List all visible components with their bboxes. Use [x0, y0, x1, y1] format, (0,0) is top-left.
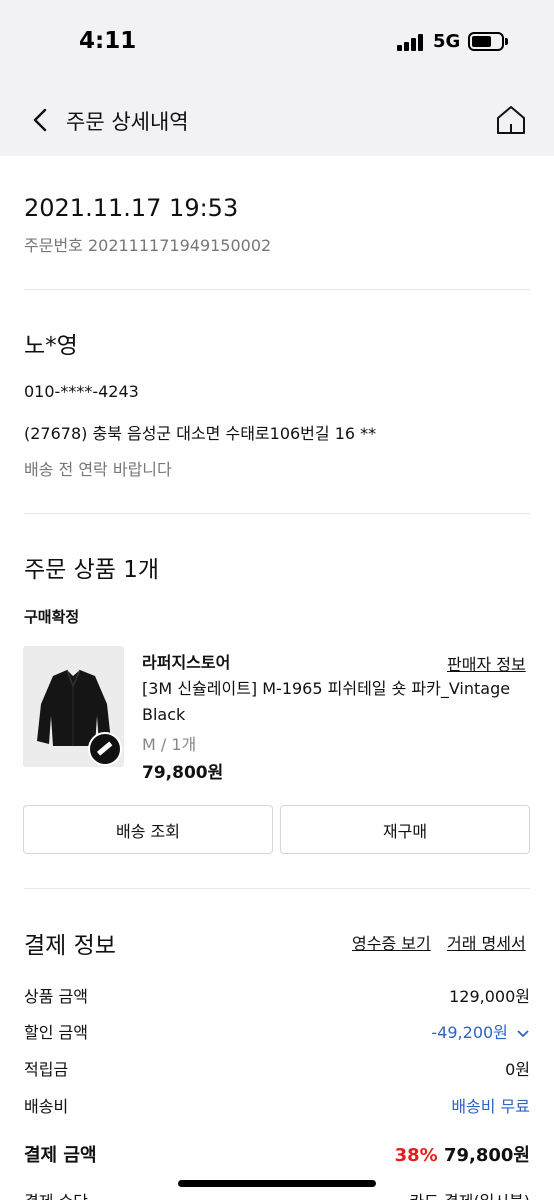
order-datetime: 2021.11.17 19:53	[24, 194, 239, 222]
payment-method-value: 카드 결제(일시불)	[409, 1188, 530, 1200]
product-option: M / 1개	[142, 735, 197, 754]
divider	[24, 888, 530, 889]
divider	[24, 289, 530, 290]
divider	[24, 513, 530, 514]
chevron-down-icon	[517, 1029, 529, 1037]
shipping-fee-label: 배송비	[24, 1097, 69, 1116]
recipient-address: (27678) 충북 음성군 대소면 수태로106번길 16 **	[24, 424, 377, 443]
payment-method-label: 결제 수단	[24, 1188, 88, 1200]
total-amount: 38% 79,800원	[395, 1141, 530, 1167]
product-amount-label: 상품 금액	[24, 987, 88, 1006]
points-label: 적립금	[24, 1060, 69, 1079]
order-items-title: 주문 상품 1개	[24, 557, 160, 583]
home-icon[interactable]	[495, 104, 527, 136]
status-time: 4:11	[79, 28, 137, 54]
payment-info-title: 결제 정보	[24, 933, 116, 959]
battery-icon	[468, 32, 508, 51]
discount-rate: 38%	[394, 1145, 438, 1166]
discount-amount-label: 할인 금액	[24, 1023, 88, 1042]
order-number: 주문번호 202111171949150002	[24, 236, 272, 255]
page-title: 주문 상세내역	[66, 110, 189, 134]
product-price: 79,800원	[142, 763, 224, 783]
discount-amount-value[interactable]: -49,200원	[431, 1019, 530, 1043]
signal-icon	[397, 34, 425, 51]
recipient-name: 노*영	[24, 333, 78, 359]
track-delivery-button[interactable]: 배송 조회	[23, 805, 273, 854]
shipping-fee-value: 배송비 무료	[451, 1097, 530, 1116]
home-indicator[interactable]	[178, 1180, 376, 1187]
delivery-note: 배송 전 연락 바랍니다	[24, 460, 172, 479]
product-name[interactable]: [3M 신슐레이트] M-1965 피쉬테일 숏 파카_Vintage Blac…	[142, 676, 534, 728]
discount-amount-text: -49,200원	[431, 1023, 508, 1042]
jacket-image	[23, 646, 124, 767]
receipt-link[interactable]: 영수증 보기	[352, 930, 431, 954]
chevron-left-icon[interactable]	[26, 106, 54, 134]
product-thumbnail[interactable]	[23, 646, 124, 767]
total-amount-value: 79,800원	[443, 1145, 530, 1166]
network-label: 5G	[433, 31, 461, 52]
reorder-button[interactable]: 재구매	[280, 805, 530, 854]
seller-info-link[interactable]: 판매자 정보	[447, 651, 526, 675]
recipient-phone: 010-****-4243	[24, 382, 139, 401]
product-amount-value: 129,000원	[449, 987, 530, 1006]
total-amount-label: 결제 금액	[24, 1145, 97, 1166]
store-name: 라퍼지스토어	[142, 653, 231, 672]
nav-bar: 주문 상세내역	[0, 84, 554, 156]
points-value: 0원	[505, 1060, 530, 1079]
statement-link[interactable]: 거래 명세서	[447, 930, 526, 954]
status-bar: 4:11 5G	[0, 0, 554, 84]
order-status-label: 구매확정	[24, 608, 80, 626]
